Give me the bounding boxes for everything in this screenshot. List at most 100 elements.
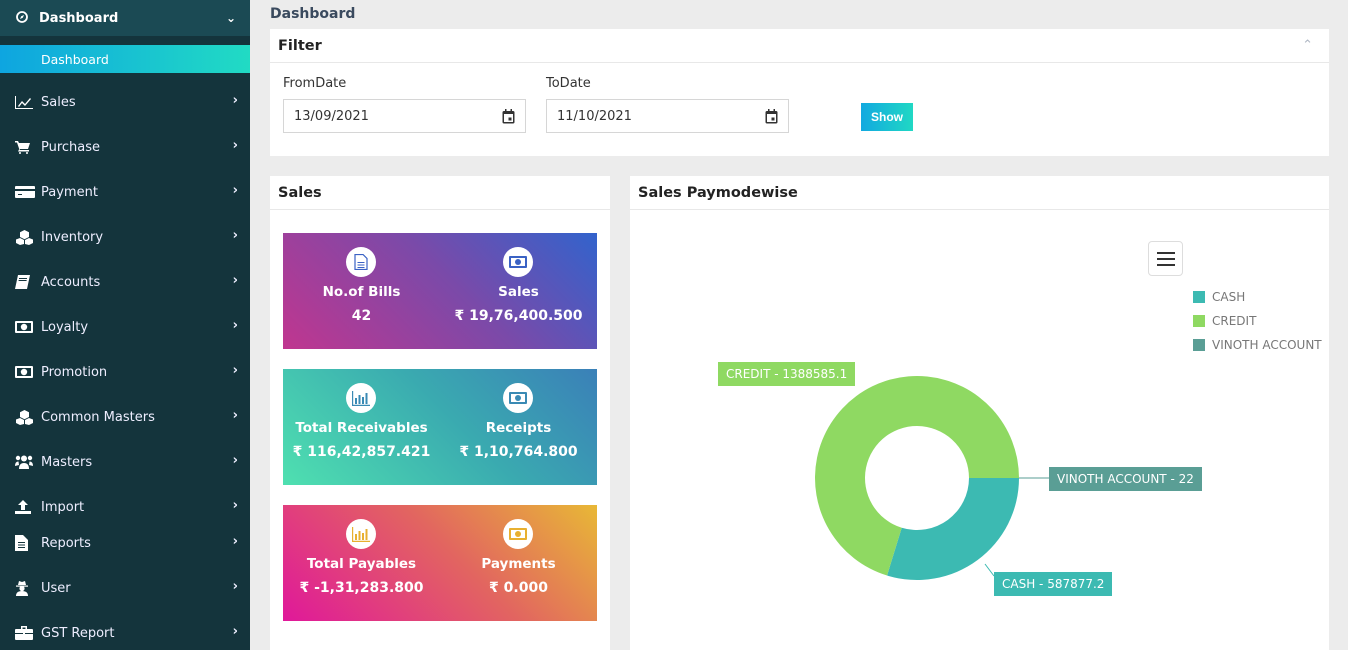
sidebar-item-promotion[interactable]: Promotion ›: [0, 360, 250, 384]
chevron-right-icon: ›: [232, 453, 238, 468]
sidebar-item-label: Inventory: [41, 229, 104, 245]
legend-label: VINOTH ACCOUNT: [1212, 338, 1322, 352]
chevron-right-icon: ›: [232, 183, 238, 198]
data-label-cash: CASH - 587877.2: [994, 572, 1113, 596]
chevron-right-icon: ›: [232, 228, 238, 243]
filter-title: Filter: [270, 29, 1329, 63]
breadcrumb: Dashboard: [270, 6, 356, 22]
legend-item[interactable]: CASH: [1193, 285, 1322, 309]
legend-label: CASH: [1212, 290, 1246, 304]
stat-value: ₹ 116,42,857.421: [292, 444, 431, 460]
sidebar-item-loyalty[interactable]: Loyalty ›: [0, 315, 250, 339]
from-date-label: FromDate: [283, 76, 347, 91]
sidebar-item-inventory[interactable]: Inventory ›: [0, 225, 250, 249]
chevron-right-icon: ›: [232, 318, 238, 333]
file-text-icon: [15, 535, 37, 551]
chart-menu-button[interactable]: [1148, 241, 1183, 276]
to-date-value: 11/10/2021: [557, 108, 632, 124]
stat-sales: Sales ₹ 19,76,400.500: [440, 233, 597, 349]
calendar-icon[interactable]: [765, 109, 778, 124]
sidebar-item-purchase[interactable]: Purchase ›: [0, 135, 250, 159]
sidebar-item-label: Sales: [41, 94, 76, 110]
filter-panel: Filter ⌃ FromDate 13/09/2021 ToDate 11/1…: [270, 29, 1329, 156]
chevron-right-icon: ›: [232, 534, 238, 549]
stat-title: No.of Bills: [322, 284, 401, 300]
stat-title: Receipts: [485, 420, 552, 436]
sales-title: Sales: [270, 176, 610, 210]
sidebar-item-label: Import: [41, 499, 85, 515]
legend-item[interactable]: CREDIT: [1193, 309, 1322, 333]
briefcase-icon: [15, 626, 37, 640]
chevron-right-icon: ›: [232, 273, 238, 288]
cubes-icon: [15, 409, 37, 425]
sidebar-item-accounts[interactable]: Accounts ›: [0, 270, 250, 294]
stat-no-of-bills: No.of Bills 42: [283, 233, 440, 349]
stat-tile: Total Receivables ₹ 116,42,857.421 Recei…: [283, 369, 597, 485]
legend-item[interactable]: VINOTH ACCOUNT: [1193, 333, 1322, 357]
data-label-vinoth-account: VINOTH ACCOUNT - 22: [1049, 467, 1202, 491]
to-date-label: ToDate: [546, 76, 591, 91]
stat-value: ₹ 19,76,400.500: [454, 308, 583, 324]
chevron-right-icon: ›: [232, 624, 238, 639]
money-icon: [503, 519, 533, 549]
line-chart-icon: [15, 95, 37, 109]
chevron-right-icon: ›: [232, 579, 238, 594]
hamburger-icon-bar: [1156, 263, 1175, 266]
sidebar-item-gst-report[interactable]: GST Report ›: [0, 621, 250, 645]
sidebar-item-reports[interactable]: Reports ›: [0, 531, 250, 555]
donut-slice-cash[interactable]: [887, 478, 1019, 580]
stat-tile: No.of Bills 42 Sales ₹ 19,76,400.500: [283, 233, 597, 349]
file-icon: [346, 247, 376, 277]
sidebar-item-dashboard[interactable]: Dashboard ⌄: [0, 0, 250, 36]
sidebar-item-masters[interactable]: Masters ›: [0, 450, 250, 474]
donut-chart: [815, 373, 1049, 580]
stat-value: ₹ -1,31,283.800: [299, 580, 424, 596]
to-date-input[interactable]: 11/10/2021: [546, 99, 789, 133]
stat-title: Total Payables: [306, 556, 417, 572]
bar-chart-icon: [346, 519, 376, 549]
legend-label: CREDIT: [1212, 314, 1257, 328]
sidebar-item-label: Masters: [41, 454, 93, 470]
legend-swatch: [1193, 339, 1205, 351]
sidebar-item-label: Loyalty: [41, 319, 89, 335]
money-icon: [15, 321, 37, 333]
sidebar-item-import[interactable]: Import ›: [0, 495, 250, 519]
sidebar: Dashboard ⌄ Dashboard Sales › Purchase ›…: [0, 0, 250, 650]
sidebar-item-payment[interactable]: Payment ›: [0, 180, 250, 204]
stat-value: ₹ 1,10,764.800: [459, 444, 578, 460]
sidebar-item-user[interactable]: User ›: [0, 576, 250, 600]
stat-value: ₹ 0.000: [489, 580, 548, 596]
money-icon: [503, 247, 533, 277]
book-icon: [15, 275, 37, 289]
sidebar-item-label: User: [41, 580, 71, 596]
chevron-up-icon[interactable]: ⌃: [1302, 38, 1313, 53]
user-secret-icon: [15, 580, 37, 596]
stat-title: Payments: [481, 556, 556, 572]
chevron-right-icon: ›: [232, 498, 238, 513]
sidebar-subitem-dashboard[interactable]: Dashboard: [0, 45, 250, 73]
compass-icon: [16, 10, 30, 26]
stat-total-receivables: Total Receivables ₹ 116,42,857.421: [283, 369, 440, 485]
stat-tile: Total Payables ₹ -1,31,283.800 Payments …: [283, 505, 597, 621]
sidebar-item-common-masters[interactable]: Common Masters ›: [0, 405, 250, 429]
from-date-input[interactable]: 13/09/2021: [283, 99, 526, 133]
legend-swatch: [1193, 315, 1205, 327]
users-icon: [15, 455, 37, 469]
sales-paymodewise-panel: Sales Paymodewise CASH CREDIT VINOTH ACCOU…: [630, 176, 1329, 650]
chevron-right-icon: ›: [232, 408, 238, 423]
show-button[interactable]: Show: [861, 103, 913, 131]
calendar-icon[interactable]: [502, 109, 515, 124]
stat-total-payables: Total Payables ₹ -1,31,283.800: [283, 505, 440, 621]
hamburger-icon: [1156, 251, 1175, 254]
money-icon: [503, 383, 533, 413]
sidebar-item-sales[interactable]: Sales ›: [0, 90, 250, 114]
legend-swatch: [1193, 291, 1205, 303]
sidebar-item-label: Common Masters: [41, 409, 155, 425]
stat-title: Sales: [498, 284, 539, 300]
chevron-right-icon: ›: [232, 93, 238, 108]
data-label-credit: CREDIT - 1388585.1: [718, 362, 856, 386]
sidebar-item-label: Accounts: [41, 274, 101, 290]
money-icon: [15, 366, 37, 378]
stat-value: 42: [351, 308, 372, 324]
cubes-icon: [15, 229, 37, 245]
